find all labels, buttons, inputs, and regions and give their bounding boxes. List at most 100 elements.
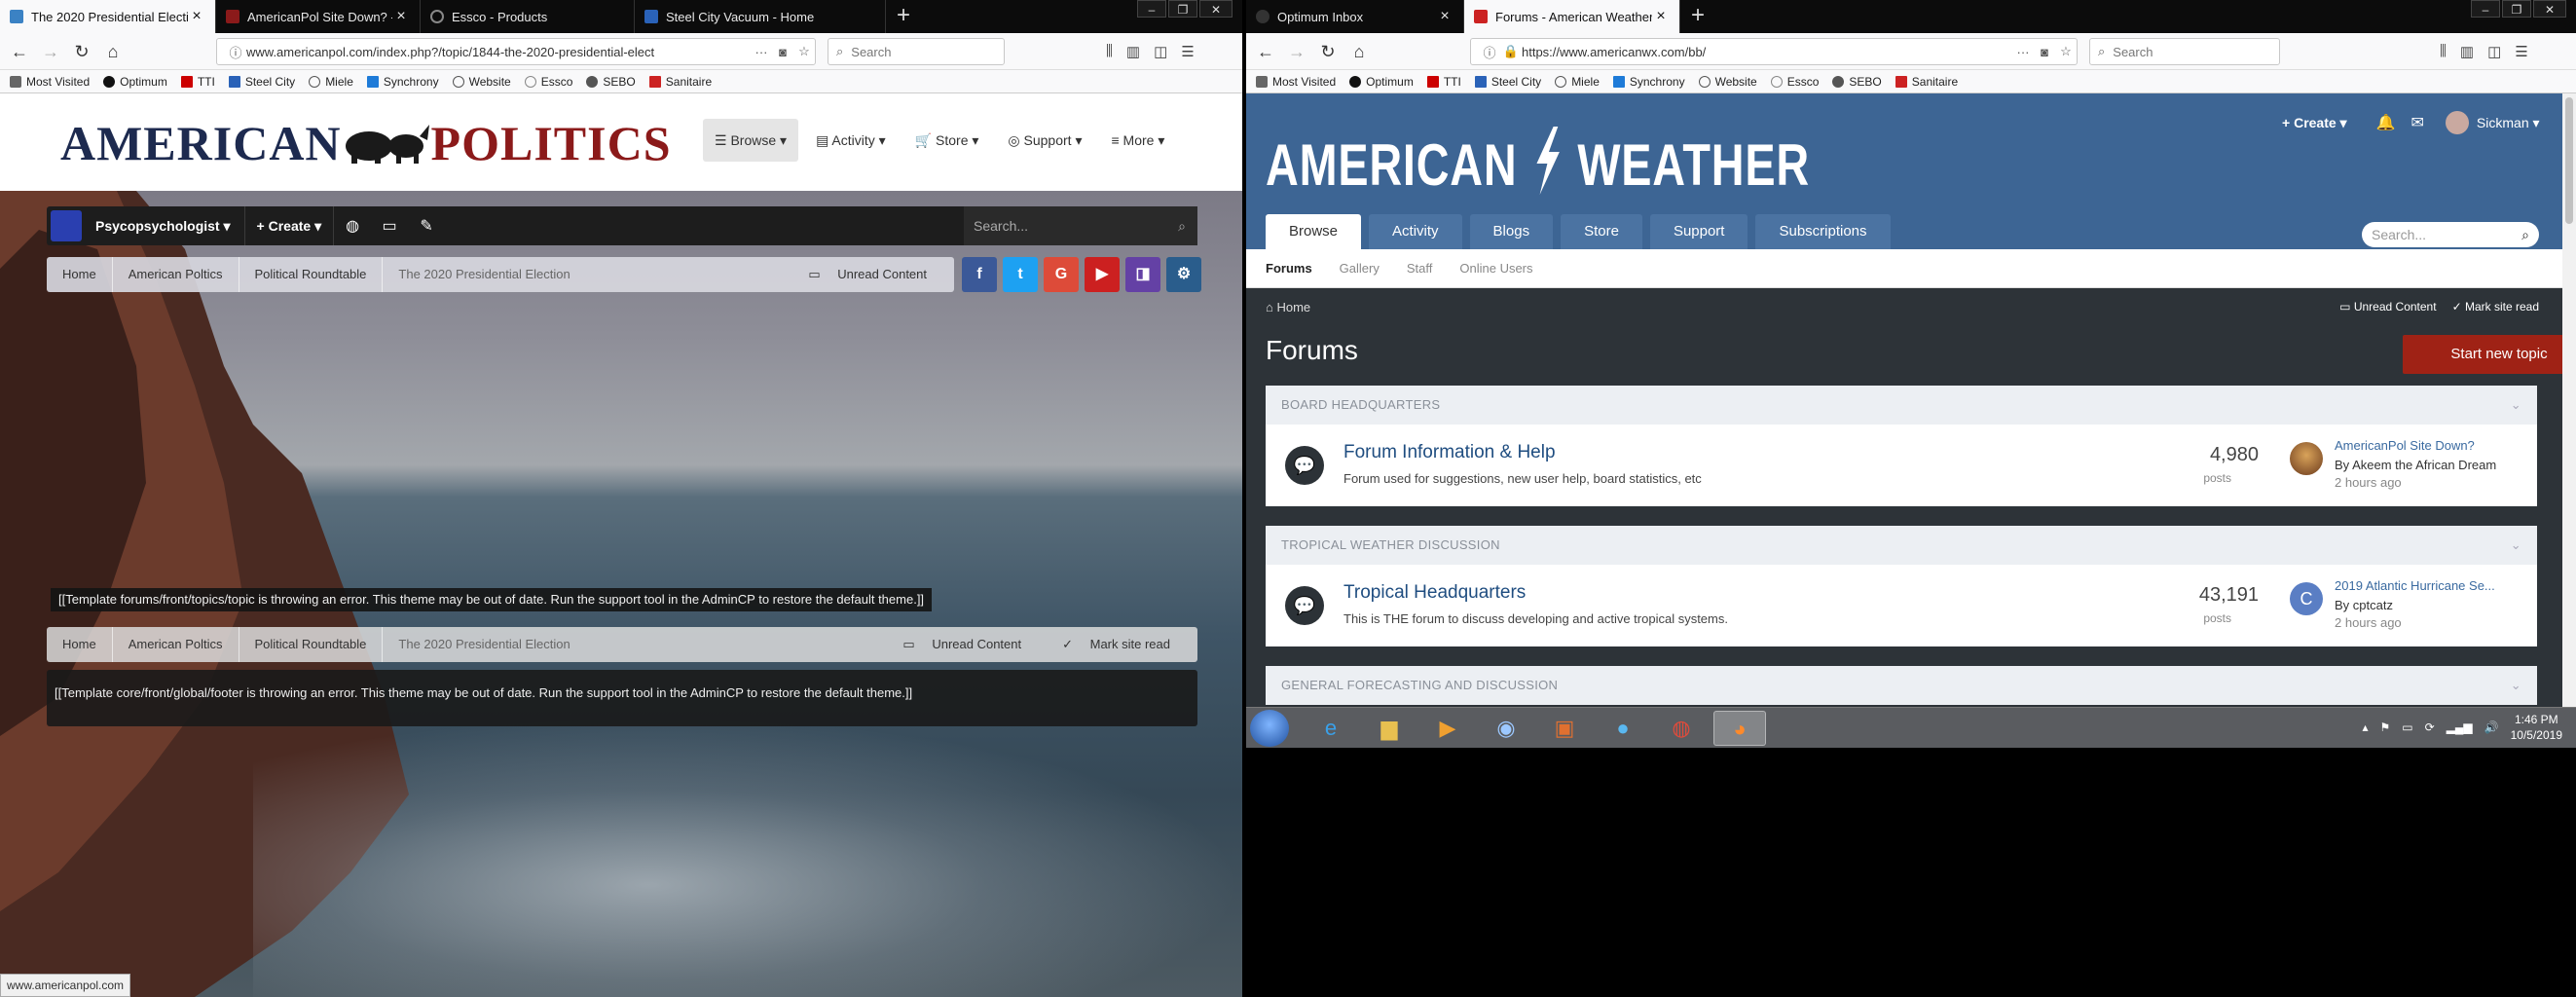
- create-button[interactable]: + Create ▾: [245, 218, 334, 235]
- crumb-political-roundtable[interactable]: Political Roundtable: [239, 257, 384, 292]
- new-tab-button[interactable]: +: [1682, 2, 1713, 31]
- mark-site-read-link[interactable]: ✓ Mark site read: [1049, 627, 1197, 662]
- volume-icon[interactable]: 🔊: [2484, 720, 2499, 734]
- tab-presidential-election[interactable]: The 2020 Presidential Election ×: [0, 0, 216, 33]
- last-post-title[interactable]: AmericanPol Site Down?: [2335, 438, 2475, 453]
- firefox-icon[interactable]: ◕: [1713, 711, 1766, 746]
- chrome-icon[interactable]: ◍: [1655, 711, 1708, 746]
- avatar[interactable]: C: [2290, 582, 2323, 615]
- bookmark-optimum[interactable]: Optimum: [103, 75, 167, 89]
- last-post-author[interactable]: By cptcatz: [2335, 598, 2393, 612]
- bookmark-website[interactable]: Website: [452, 75, 511, 89]
- tab-american-weather[interactable]: Forums - American Weather ×: [1464, 0, 1680, 33]
- minimize-icon[interactable]: –: [2471, 0, 2500, 18]
- media-player-icon[interactable]: ▶: [1421, 711, 1474, 746]
- google-plus-icon[interactable]: G: [1044, 257, 1079, 292]
- steam-icon[interactable]: ⚙: [1166, 257, 1201, 292]
- facebook-icon[interactable]: f: [962, 257, 997, 292]
- subnav-staff[interactable]: Staff: [1407, 261, 1433, 276]
- bookmark-essco[interactable]: Essco: [1770, 75, 1819, 89]
- flag-icon[interactable]: ⚑: [2380, 720, 2391, 734]
- nav-activity[interactable]: ▤ Activity ▾: [804, 119, 898, 162]
- tray-expand-icon[interactable]: ▴: [2362, 720, 2368, 734]
- bookmark-star-icon[interactable]: ☆: [793, 44, 815, 59]
- close-tab-icon[interactable]: ×: [188, 8, 205, 25]
- device-icon[interactable]: ▭: [2402, 720, 2412, 734]
- category-header[interactable]: BOARD HEADQUARTERS ⌄: [1266, 386, 2537, 425]
- tab-steel-city-vacuum[interactable]: Steel City Vacuum - Home: [635, 0, 886, 33]
- forward-icon[interactable]: →: [1283, 38, 1310, 65]
- reload-icon[interactable]: ↻: [1314, 38, 1342, 65]
- unread-content-link[interactable]: ▭ Unread Content: [889, 627, 1049, 662]
- hp-icon[interactable]: ◉: [1480, 711, 1532, 746]
- bookmark-tti[interactable]: TTI: [180, 75, 215, 89]
- americanpol-logo[interactable]: AMERICAN POLITICS: [60, 115, 672, 171]
- tab-browse[interactable]: Browse: [1266, 214, 1362, 249]
- bookmark-sebo[interactable]: SEBO: [1832, 75, 1882, 89]
- tab-optimum-inbox[interactable]: Optimum Inbox ×: [1246, 0, 1464, 33]
- bookmark-optimum[interactable]: Optimum: [1349, 75, 1414, 89]
- network-icon[interactable]: ▂▄▆: [2447, 720, 2473, 734]
- twitch-icon[interactable]: ◨: [1125, 257, 1160, 292]
- restore-icon[interactable]: ❐: [1168, 0, 1197, 18]
- nav-browse[interactable]: ☰ Browse ▾: [703, 119, 799, 162]
- info-icon[interactable]: ⓘ: [225, 43, 246, 61]
- twitter-icon[interactable]: t: [1003, 257, 1038, 292]
- site-search-input[interactable]: Search... ⌕: [2362, 222, 2539, 247]
- clock[interactable]: 1:46 PM 10/5/2019: [2511, 712, 2562, 743]
- ie-icon[interactable]: e: [1305, 711, 1357, 746]
- minimize-icon[interactable]: –: [1137, 0, 1166, 18]
- bookmark-miele[interactable]: Miele: [1555, 75, 1600, 89]
- site-search-input[interactable]: Search... ⌕: [964, 206, 1197, 245]
- tab-americanpol-site-down[interactable]: AmericanPol Site Down? - Pag ×: [216, 0, 421, 33]
- last-post-title[interactable]: 2019 Atlantic Hurricane Se...: [2335, 578, 2495, 593]
- bookmark-essco[interactable]: Essco: [524, 75, 572, 89]
- office-icon[interactable]: ▣: [1538, 711, 1591, 746]
- american-weather-logo[interactable]: AMERICAN WEATHER: [1266, 127, 1810, 199]
- pocket-icon[interactable]: ◙: [2034, 45, 2055, 59]
- sync-icon[interactable]: ⟳: [2425, 720, 2435, 734]
- close-tab-icon[interactable]: ×: [392, 8, 410, 25]
- category-header[interactable]: TROPICAL WEATHER DISCUSSION ⌄: [1266, 526, 2537, 565]
- bookmark-star-icon[interactable]: ☆: [2055, 44, 2077, 59]
- mail-icon[interactable]: ✉: [2411, 113, 2424, 132]
- chevron-down-icon[interactable]: ⌄: [2511, 526, 2521, 565]
- crumb-home[interactable]: Home: [47, 627, 113, 662]
- youtube-icon[interactable]: ▶: [1085, 257, 1120, 292]
- restore-icon[interactable]: ❐: [2502, 0, 2531, 18]
- bell-icon[interactable]: 🔔: [2376, 113, 2396, 132]
- user-menu[interactable]: Psycopsychologist ▾: [95, 218, 231, 235]
- home-icon[interactable]: ⌂: [99, 38, 127, 65]
- bookmark-sanitaire[interactable]: Sanitaire: [1895, 75, 1958, 89]
- library-icon[interactable]: ⫼: [1106, 43, 1113, 60]
- bookmark-miele[interactable]: Miele: [309, 75, 353, 89]
- forum-title[interactable]: Forum Information & Help: [1343, 442, 1556, 463]
- search-box[interactable]: ⌕ Search: [828, 38, 1005, 65]
- bookmark-synchrony[interactable]: Synchrony: [1612, 75, 1685, 89]
- breadcrumb[interactable]: ⌂ Home: [1266, 300, 1310, 314]
- start-button[interactable]: [1250, 710, 1289, 747]
- unread-content-link[interactable]: ▭ Unread Content: [2339, 300, 2436, 314]
- close-window-icon[interactable]: ✕: [2533, 0, 2566, 18]
- globe-icon[interactable]: ◍: [334, 216, 371, 236]
- bookmark-steel-city[interactable]: Steel City: [228, 75, 295, 89]
- bookmark-website[interactable]: Website: [1698, 75, 1757, 89]
- library-icon[interactable]: ⫼: [2440, 43, 2447, 60]
- avatar[interactable]: [51, 210, 82, 241]
- scrollbar[interactable]: [2562, 93, 2576, 707]
- chevron-down-icon[interactable]: ⌄: [2511, 666, 2521, 705]
- sidebar-icon[interactable]: ▥: [1126, 43, 1140, 60]
- reader-icon[interactable]: ◫: [1154, 43, 1167, 60]
- unread-content-link[interactable]: ▭ Unread Content: [794, 257, 954, 292]
- bookmark-sebo[interactable]: SEBO: [586, 75, 636, 89]
- tab-activity[interactable]: Activity: [1369, 214, 1462, 249]
- user-menu[interactable]: Sickman ▾: [2477, 115, 2540, 131]
- home-icon[interactable]: ⌂: [1345, 38, 1373, 65]
- page-actions-icon[interactable]: ···: [751, 45, 772, 59]
- url-bar[interactable]: ⓘ www.americanpol.com/index.php?/topic/1…: [216, 38, 816, 65]
- back-icon[interactable]: ←: [1252, 38, 1279, 65]
- nav-more[interactable]: ≡ More ▾: [1099, 119, 1176, 162]
- tab-subscriptions[interactable]: Subscriptions: [1755, 214, 1891, 249]
- bookmark-most-visited[interactable]: Most Visited: [10, 75, 90, 89]
- subnav-online-users[interactable]: Online Users: [1459, 261, 1532, 276]
